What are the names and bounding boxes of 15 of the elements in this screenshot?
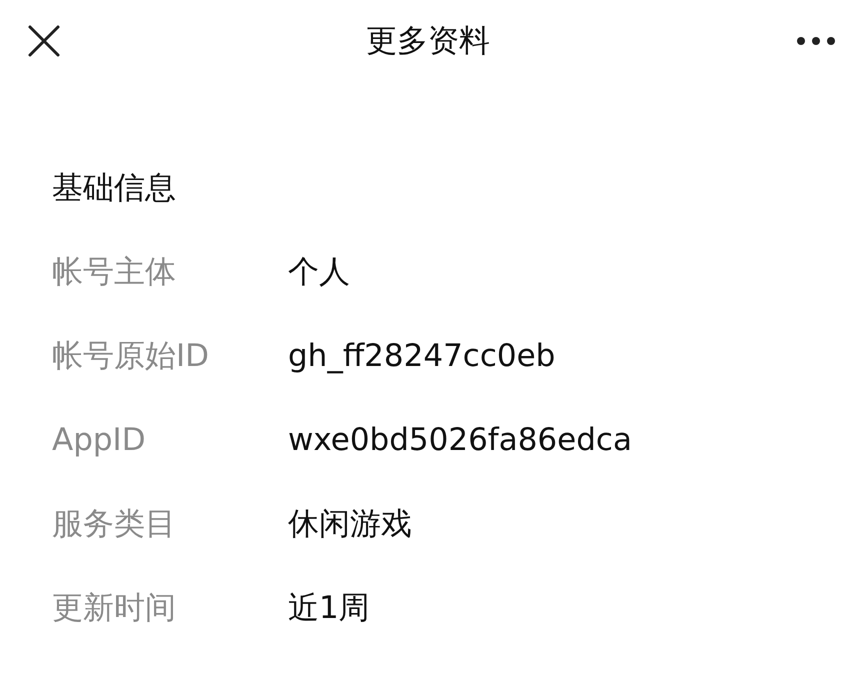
section-title: 基础信息 [52,169,176,208]
close-icon [27,24,61,58]
field-value: 近1周 [288,588,370,628]
field-label: 帐号原始ID [52,336,210,376]
field-label: 服务类目 [52,504,177,544]
field-value: 休闲游戏 [288,504,412,544]
close-button[interactable] [26,23,62,59]
field-value: wxe0bd5026fa86edca [288,420,632,460]
page-title: 更多资料 [366,22,490,61]
field-value: gh_ff28247cc0eb [288,336,556,376]
field-label: 更新时间 [52,588,177,628]
field-label: AppID [52,420,147,460]
more-icon [796,36,836,46]
field-value: 个人 [288,252,350,292]
field-label: 帐号主体 [52,252,177,292]
